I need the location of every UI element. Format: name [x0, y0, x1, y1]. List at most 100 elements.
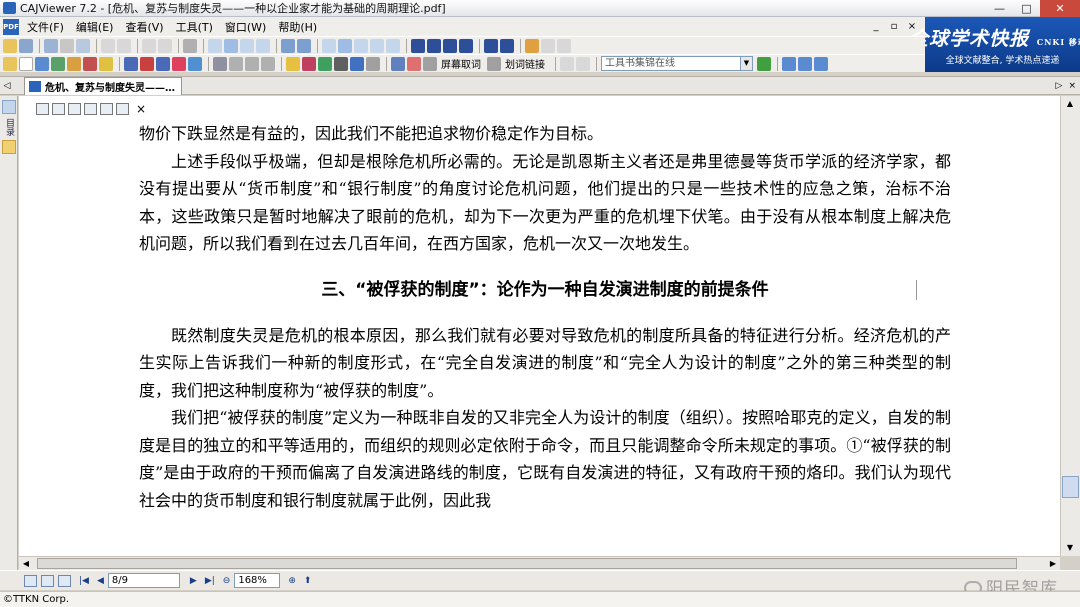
zoom-in-icon[interactable]: ⊕	[288, 576, 296, 586]
email-page-icon[interactable]	[84, 103, 97, 115]
snapshot-icon[interactable]	[83, 56, 97, 71]
rectangle-icon[interactable]	[156, 56, 170, 71]
redo-icon[interactable]	[158, 38, 172, 53]
screen-select-icon[interactable]	[423, 56, 437, 71]
notes-panel-icon[interactable]	[2, 140, 16, 154]
scroll-up-icon[interactable]: ▲	[1061, 96, 1079, 112]
menu-window[interactable]: 窗口(W)	[219, 19, 272, 35]
save-page-icon[interactable]	[36, 103, 49, 115]
pen-icon[interactable]	[124, 56, 138, 71]
menu-edit[interactable]: 编辑(E)	[70, 19, 120, 35]
previous-page-icon[interactable]: ◀	[97, 576, 104, 586]
link-text-label[interactable]: 划词链接	[505, 56, 545, 71]
graphics-icon[interactable]	[350, 56, 364, 71]
text-select-icon[interactable]	[35, 56, 49, 71]
scroll-down-icon[interactable]: ▼	[1061, 540, 1079, 556]
facing-view-icon[interactable]	[58, 574, 71, 587]
close-page-toolbar-icon[interactable]: ×	[136, 102, 146, 116]
page-setup-icon[interactable]	[183, 38, 197, 53]
ocr-page-icon[interactable]	[116, 103, 129, 115]
help-icon[interactable]	[782, 56, 796, 71]
actual-size-icon[interactable]	[338, 38, 352, 53]
minimize-button[interactable]: —	[986, 0, 1013, 17]
update-icon[interactable]	[814, 56, 828, 71]
previous-page-icon[interactable]	[427, 38, 441, 53]
translate-icon[interactable]	[391, 56, 405, 71]
facing-page-icon[interactable]	[256, 38, 270, 53]
continuous-page-icon[interactable]	[224, 38, 238, 53]
single-page-icon[interactable]	[208, 38, 222, 53]
undo-view-icon[interactable]	[541, 38, 555, 53]
first-page-icon[interactable]	[411, 38, 425, 53]
continuous-view-icon[interactable]	[41, 574, 54, 587]
horizontal-scroll-thumb[interactable]	[37, 558, 1017, 569]
link-text-icon[interactable]	[487, 56, 501, 71]
close-button[interactable]: ✕	[1040, 0, 1080, 17]
menu-tools[interactable]: 工具(T)	[170, 19, 219, 35]
link-icon[interactable]	[261, 56, 275, 71]
info-icon[interactable]	[798, 56, 812, 71]
circle-icon[interactable]	[188, 56, 202, 71]
go-icon[interactable]	[757, 56, 771, 71]
screen-select-label[interactable]: 屏幕取词	[441, 56, 481, 71]
forward-icon[interactable]	[500, 38, 514, 53]
highlight-icon[interactable]	[286, 56, 300, 71]
search-forward-icon[interactable]	[576, 56, 590, 71]
bookmark-icon[interactable]	[245, 56, 259, 71]
zoom-level-input[interactable]: 168%	[234, 573, 281, 588]
line-icon[interactable]	[140, 56, 154, 71]
rotate-icon[interactable]	[281, 38, 295, 53]
document-minimize-button[interactable]: _	[867, 21, 885, 32]
fit-width-icon[interactable]	[322, 38, 336, 53]
scroll-left-icon[interactable]: ◀	[19, 557, 33, 570]
zoom-out-icon[interactable]: ⊖	[223, 576, 231, 586]
horizontal-scrollbar[interactable]: ◀ ▶	[19, 556, 1060, 570]
menu-view[interactable]: 查看(V)	[119, 19, 169, 35]
chevron-down-icon[interactable]: ▼	[741, 56, 753, 71]
reference-search-input[interactable]: 工具书集锦在线	[601, 56, 741, 71]
print-page-icon[interactable]	[68, 103, 81, 115]
tab-document[interactable]: 危机、复苏与制度失灵——…	[24, 76, 182, 95]
search-back-icon[interactable]	[560, 56, 574, 71]
select-arrow-icon[interactable]	[19, 56, 33, 71]
page-number-input[interactable]: 8/9	[107, 573, 180, 588]
document-view[interactable]: 物价下跌显然是有益的，因此我们不能把追求物价稳定作为目标。 上述手段似乎极端，但…	[19, 96, 1060, 556]
single-page-view-icon[interactable]	[24, 574, 37, 587]
next-page-icon[interactable]: ▶	[190, 576, 197, 586]
back-icon[interactable]	[484, 38, 498, 53]
print-icon[interactable]	[44, 38, 58, 53]
next-page-icon[interactable]	[443, 38, 457, 53]
vertical-scrollbar[interactable]: ▲ ▼	[1060, 96, 1080, 556]
tab-scroll-right-icon[interactable]: ▷	[1056, 81, 1063, 91]
strikeout-icon[interactable]	[302, 56, 316, 71]
scroll-right-icon[interactable]: ▶	[1046, 557, 1060, 570]
undo-icon[interactable]	[142, 38, 156, 53]
stamp-icon[interactable]	[213, 56, 227, 71]
cut-icon[interactable]	[101, 38, 115, 53]
bookmark-panel-icon[interactable]	[2, 100, 16, 114]
copy-page-icon[interactable]	[52, 103, 65, 115]
redo-view-icon[interactable]	[557, 38, 571, 53]
ocr-icon[interactable]	[67, 56, 81, 71]
paste-icon[interactable]	[117, 38, 131, 53]
last-page-icon[interactable]	[459, 38, 473, 53]
fit-page-icon[interactable]	[354, 38, 368, 53]
attachment-icon[interactable]	[366, 56, 380, 71]
document-restore-button[interactable]: ▫	[885, 21, 903, 32]
zoom-in-icon[interactable]	[386, 38, 400, 53]
vertical-scroll-thumb[interactable]	[1062, 476, 1079, 498]
export-page-icon[interactable]	[100, 103, 113, 115]
save-icon[interactable]	[19, 38, 33, 53]
cnki-banner[interactable]: 全球学术快报 CNKI 移动版 全球文献整合, 学术热点速递	[909, 17, 1080, 72]
pdf-document-icon[interactable]: PDF	[3, 18, 19, 35]
underline-icon[interactable]	[318, 56, 332, 71]
open-icon[interactable]	[3, 38, 17, 53]
two-page-icon[interactable]	[240, 38, 254, 53]
last-page-icon[interactable]: ▶|	[205, 576, 215, 586]
upload-icon[interactable]: ⬆	[304, 576, 312, 586]
note-icon[interactable]	[99, 56, 113, 71]
layout-icon[interactable]	[297, 38, 311, 53]
first-page-icon[interactable]: |◀	[79, 576, 89, 586]
zoom-out-icon[interactable]	[370, 38, 384, 53]
menu-file[interactable]: 文件(F)	[21, 19, 70, 35]
